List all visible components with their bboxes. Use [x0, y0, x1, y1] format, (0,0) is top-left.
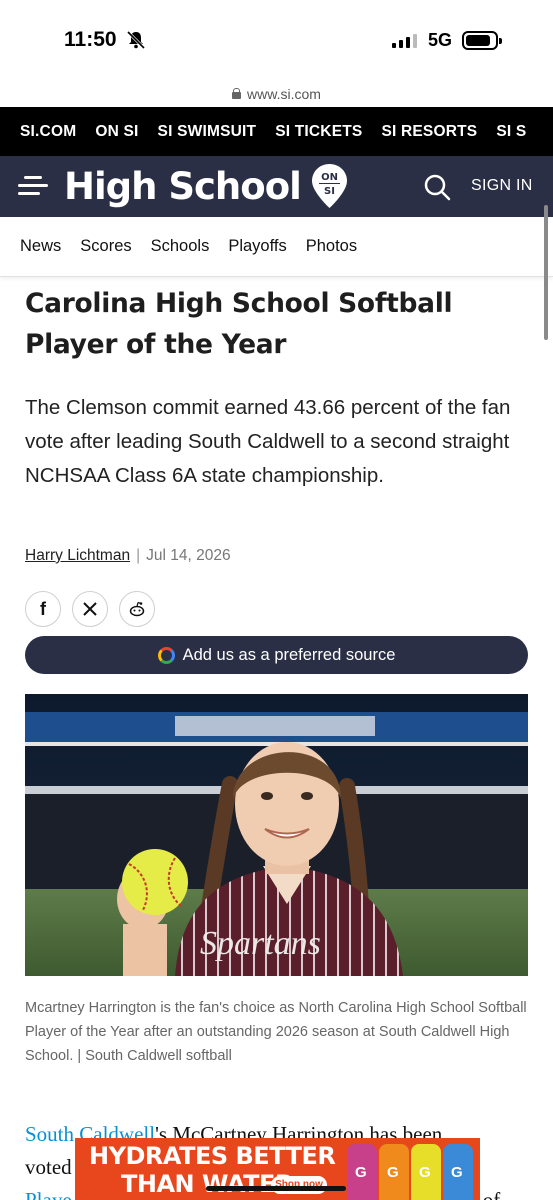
facebook-icon: f	[40, 598, 46, 619]
badge-bottom-text: SI	[324, 186, 335, 197]
reddit-icon	[129, 601, 145, 617]
url-text: www.si.com	[247, 85, 321, 102]
image-caption: Mcartney Harrington is the fan's choice …	[25, 1000, 527, 1064]
svg-text:Spartans: Spartans	[200, 925, 321, 962]
nav-link-si-more[interactable]: SI S	[496, 123, 526, 141]
bottle-icon	[443, 1144, 473, 1200]
section-nav: News Scores Schools Playoffs Photos	[0, 217, 553, 277]
search-icon[interactable]	[423, 173, 451, 201]
ad-subheadline: THAN WATER	[121, 1170, 293, 1198]
sign-in-link[interactable]: SIGN IN	[471, 177, 533, 195]
section-nav-photos[interactable]: Photos	[306, 237, 357, 256]
battery-icon	[462, 31, 502, 50]
preferred-source-button[interactable]: Add us as a preferred source	[25, 636, 528, 674]
ad-shop-button[interactable]: Shop now	[271, 1176, 327, 1194]
google-icon	[157, 646, 175, 664]
status-bar: 11:50 5G	[0, 0, 553, 80]
nav-link-si-tickets[interactable]: SI TICKETS	[275, 123, 362, 141]
site-header: High School ON SI SIGN IN	[0, 156, 553, 217]
section-nav-news[interactable]: News	[20, 237, 61, 256]
author-link[interactable]: Harry Lichtman	[25, 547, 130, 564]
preferred-source-label: Add us as a preferred source	[182, 645, 396, 664]
site-logo-text[interactable]: High School	[64, 165, 302, 208]
reddit-share-button[interactable]	[119, 591, 155, 627]
nav-link-si-swimsuit[interactable]: SI SWIMSUIT	[158, 123, 257, 141]
bottle-icon	[411, 1144, 441, 1200]
on-si-logo-icon: ON SI	[312, 164, 347, 208]
byline: Harry Lichtman | Jul 14, 2026	[25, 547, 231, 564]
signal-icon	[392, 32, 417, 48]
facebook-share-button[interactable]: f	[25, 591, 61, 627]
home-indicator[interactable]	[206, 1186, 346, 1191]
bottle-icon	[379, 1144, 409, 1200]
nav-link-on-si[interactable]: ON SI	[95, 123, 138, 141]
ad-headline: HYDRATES BETTER	[89, 1142, 336, 1170]
section-nav-schools[interactable]: Schools	[151, 237, 210, 256]
section-nav-scores[interactable]: Scores	[80, 237, 131, 256]
network-label: 5G	[428, 30, 453, 50]
bell-muted-icon	[126, 30, 146, 50]
nav-link-si-resorts[interactable]: SI RESORTS	[381, 123, 477, 141]
article-hero-image: Spartans	[25, 694, 528, 976]
lock-icon	[232, 88, 242, 99]
scrollbar-thumb[interactable]	[544, 205, 548, 340]
badge-top-text: ON	[321, 172, 338, 183]
article-headline: Carolina High School Softball Player of …	[25, 288, 453, 360]
article-dek: The Clemson commit earned 43.66 percent …	[25, 396, 511, 487]
url-bar[interactable]: www.si.com	[0, 80, 553, 107]
publish-date: Jul 14, 2026	[146, 547, 231, 564]
x-share-button[interactable]	[72, 591, 108, 627]
x-icon	[83, 602, 97, 616]
bottle-icon	[347, 1144, 377, 1200]
nav-link-si-com[interactable]: SI.COM	[20, 123, 76, 141]
menu-icon[interactable]	[18, 174, 48, 198]
status-time: 11:50	[64, 28, 117, 51]
network-nav: SI.COM ON SI SI SWIMSUIT SI TICKETS SI R…	[0, 107, 553, 156]
section-nav-playoffs[interactable]: Playoffs	[228, 237, 286, 256]
share-buttons: f	[25, 591, 155, 627]
